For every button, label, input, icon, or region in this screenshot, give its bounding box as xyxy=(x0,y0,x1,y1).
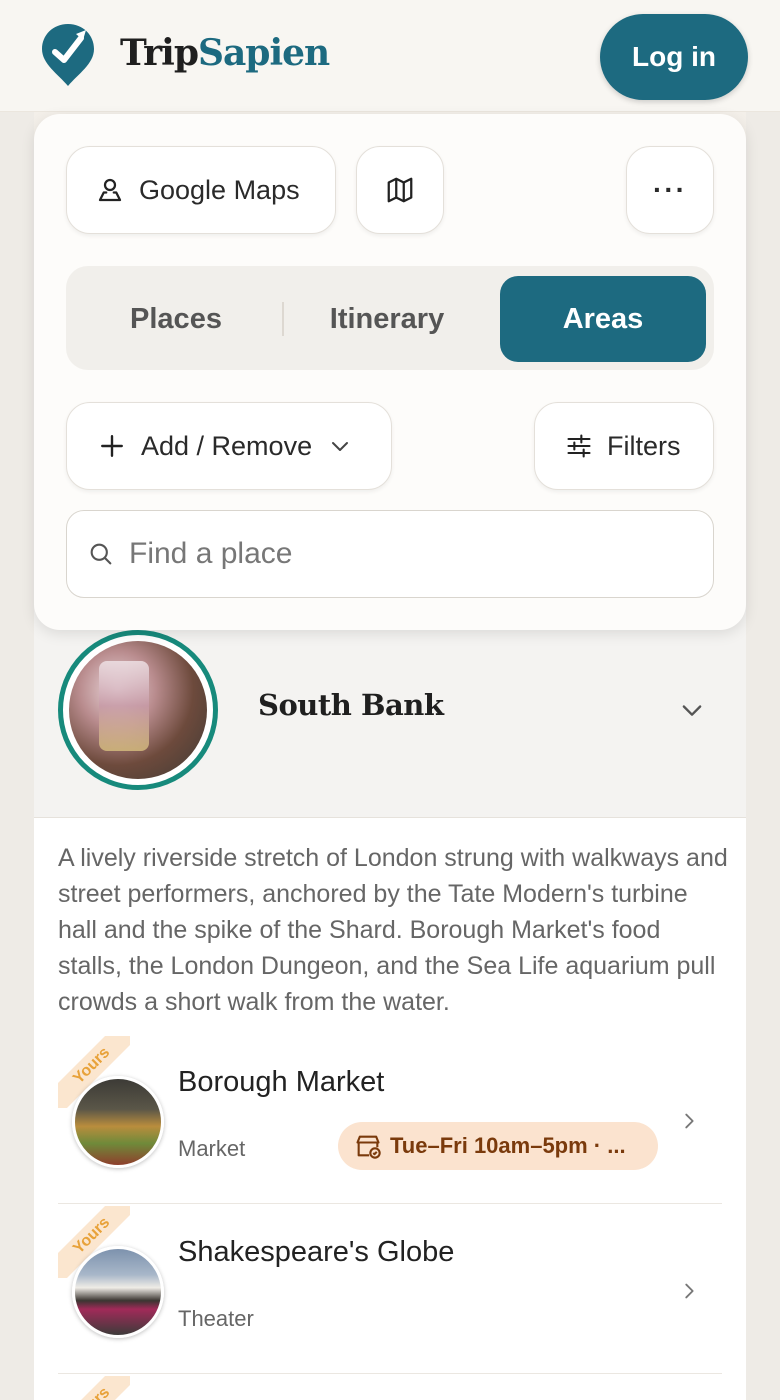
logo-icon[interactable] xyxy=(40,22,96,88)
opening-hours-badge: Tue–Fri 10am–5pm · ... xyxy=(338,1122,658,1170)
map-pin-person-icon xyxy=(98,178,122,202)
filters-label: Filters xyxy=(607,430,681,461)
tab-itinerary[interactable]: Itinerary xyxy=(284,276,490,362)
place-thumbnail xyxy=(72,1076,164,1168)
filters-button[interactable]: Filters xyxy=(534,402,714,490)
app-header: TripSapien Log in xyxy=(0,0,780,112)
chevron-down-icon[interactable] xyxy=(678,696,706,724)
plus-icon xyxy=(101,435,123,457)
yours-ribbon: Yours xyxy=(58,1376,130,1400)
area-avatar xyxy=(58,630,218,790)
page-background-right xyxy=(746,112,780,1400)
more-icon: ··· xyxy=(653,174,687,205)
brand-part-sapien: Sapien xyxy=(197,32,330,74)
place-name: Shakespeare's Globe xyxy=(178,1236,455,1268)
more-options-button[interactable]: ··· xyxy=(626,146,714,234)
place-row-shakespeares-globe[interactable]: Yours Shakespeare's Globe Theater xyxy=(58,1206,722,1374)
login-button[interactable]: Log in xyxy=(600,14,748,100)
search-icon xyxy=(90,543,112,565)
opening-hours-text: Tue–Fri 10am–5pm · ... xyxy=(390,1133,626,1158)
add-remove-label: Add / Remove xyxy=(141,430,313,461)
chevron-right-icon xyxy=(685,1113,694,1129)
search-field[interactable] xyxy=(66,510,714,598)
area-title: South Bank xyxy=(258,688,444,722)
area-description: A lively riverside stretch of London str… xyxy=(58,844,728,1016)
chevron-down-icon xyxy=(332,442,349,451)
area-photo xyxy=(69,641,207,779)
google-maps-button[interactable]: Google Maps xyxy=(66,146,336,234)
place-type: Theater xyxy=(178,1306,254,1331)
sliders-icon xyxy=(567,434,591,458)
google-maps-label: Google Maps xyxy=(139,174,300,205)
brand-name[interactable]: TripSapien xyxy=(120,32,330,74)
tab-areas[interactable]: Areas xyxy=(500,276,706,362)
control-panel: Google Maps ··· Places Itinerary Areas A… xyxy=(34,114,746,630)
area-header[interactable]: South Bank xyxy=(34,600,746,818)
yours-ribbon-label: Yours xyxy=(58,1376,130,1400)
add-remove-button[interactable]: Add / Remove xyxy=(66,402,392,490)
map-icon xyxy=(387,177,413,203)
store-calendar-icon xyxy=(356,1135,381,1159)
place-row-partial[interactable]: Yours xyxy=(58,1376,722,1400)
chevron-right-icon xyxy=(685,1283,694,1299)
place-thumbnail xyxy=(72,1246,164,1338)
page-background-left xyxy=(0,112,34,1400)
brand-part-trip: Trip xyxy=(120,32,199,74)
search-input[interactable] xyxy=(129,537,689,571)
view-tabs: Places Itinerary Areas xyxy=(66,266,714,370)
map-view-button[interactable] xyxy=(356,146,444,234)
place-row-borough-market[interactable]: Yours Borough Market Market Tue–Fri 10am… xyxy=(58,1036,722,1204)
place-name: Borough Market xyxy=(178,1066,385,1098)
tab-places[interactable]: Places xyxy=(74,276,278,362)
place-type: Market xyxy=(178,1136,246,1161)
